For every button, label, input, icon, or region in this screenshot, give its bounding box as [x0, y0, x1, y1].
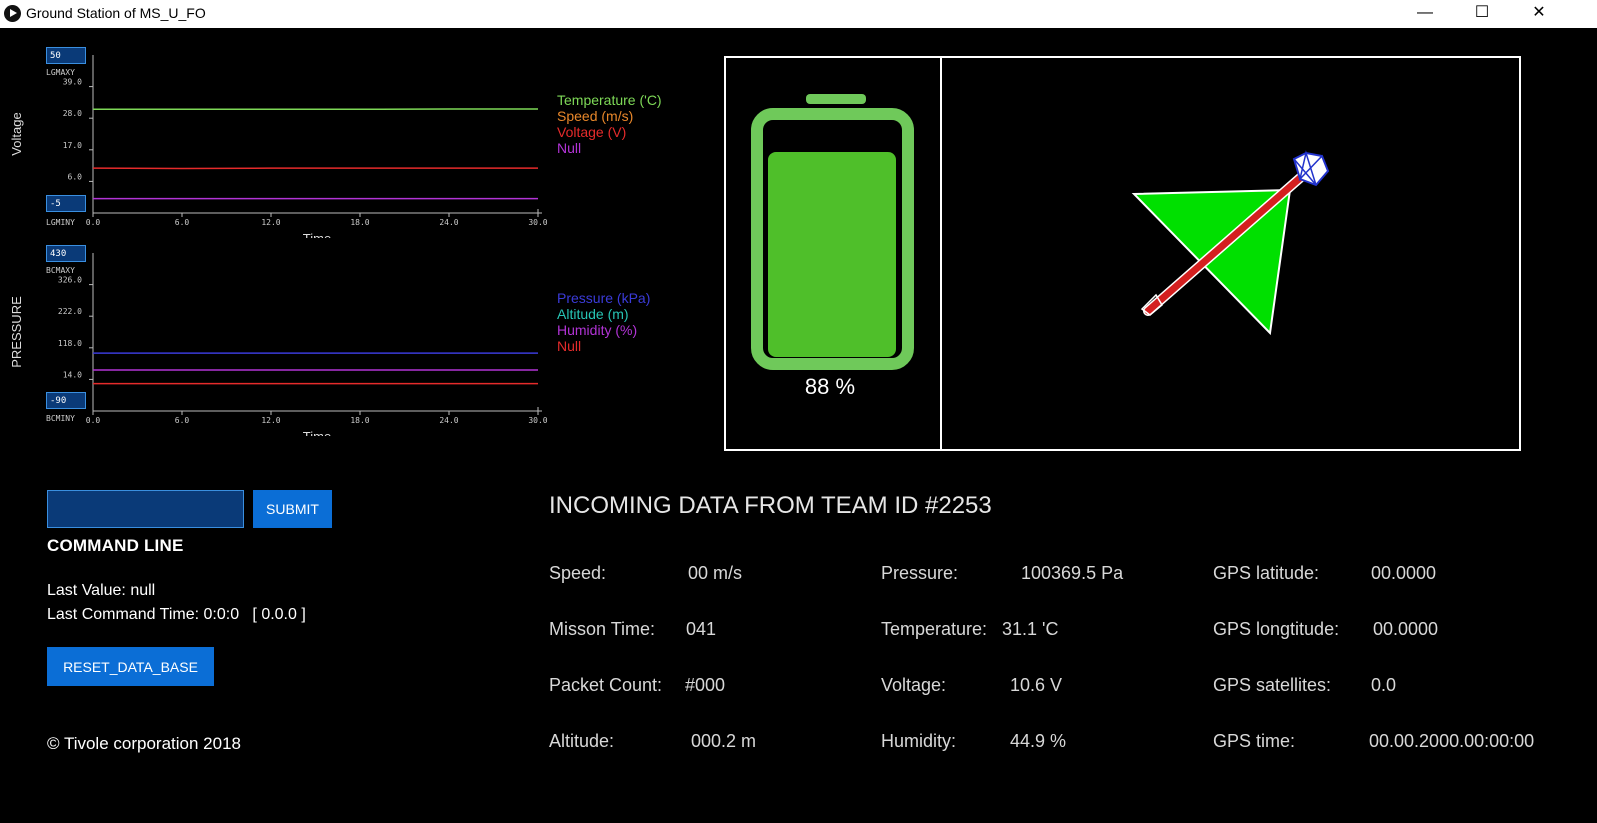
battery-percent: 88 %: [804, 374, 856, 399]
pressure-chart: 326.0 222.0 118.0 14.0 0.0 6.0 12.0 18.0 24.0 30.…: [0, 226, 700, 436]
field-value: 00.0000: [1371, 563, 1437, 583]
field-label: Humidity:: [881, 731, 957, 751]
field-value: 00 m/s: [688, 563, 743, 583]
legend-entry: Null: [557, 338, 581, 354]
field-label: Misson Time:: [549, 619, 656, 639]
y-tick-label: 222.0: [58, 307, 82, 316]
field-value: 00.0000: [1373, 619, 1439, 639]
legend-entry: Altitude (m): [557, 306, 629, 322]
field-label: Packet Count:: [549, 675, 663, 695]
x-axis-label: Time: [303, 429, 331, 436]
y-min-input[interactable]: -90: [46, 392, 86, 409]
legend-entry: Speed (m/s): [557, 108, 633, 124]
y-axis-label: Voltage: [9, 112, 24, 155]
incoming-data-heading: INCOMING DATA FROM TEAM ID #2253: [549, 492, 992, 519]
field-value: 100369.5 Pa: [1021, 563, 1124, 583]
voltage-chart-svg: 39.028.017.06.00.06.012.018.024.030.0Tim…: [9, 55, 662, 238]
y-max-label: LGMAXY: [46, 68, 75, 77]
minimize-icon[interactable]: —: [1402, 0, 1448, 28]
y-tick-label: 14.0: [63, 370, 82, 379]
y-max-input[interactable]: 50: [46, 47, 86, 64]
x-tick-label: 30.0: [528, 416, 547, 425]
x-tick-label: 18.0: [350, 416, 369, 425]
field-label: Voltage:: [881, 675, 947, 695]
field-label: Altitude:: [549, 731, 615, 751]
field-value: 31.1 'C: [1002, 619, 1059, 639]
pressure-chart-svg: 326.0 222.0 118.0 14.0 0.0 6.0 12.0 18.0 24.0 30.…: [9, 253, 650, 436]
last-value-text: Last Value: null: [47, 582, 156, 599]
command-line-heading: COMMAND LINE: [47, 536, 184, 555]
legend-entry: Voltage (V): [557, 124, 626, 140]
panel-divider: [940, 57, 942, 450]
y-tick-label: 17.0: [63, 141, 82, 150]
y-tick-label: 118.0: [58, 339, 82, 348]
y-axis-label: PRESSURE: [9, 296, 24, 368]
field-value: 041: [686, 619, 717, 639]
close-icon[interactable]: ✕: [1516, 0, 1562, 28]
battery-icon: [751, 94, 914, 370]
legend-entry: Null: [557, 140, 581, 156]
y-min-label: BCMINY: [46, 414, 75, 423]
y-tick-label: 39.0: [63, 78, 82, 87]
window-title: Ground Station of MS_U_FO: [26, 5, 206, 21]
title-bar: Ground Station of MS_U_FO — ☐ ✕: [0, 0, 1597, 28]
y-tick-label: 28.0: [63, 109, 82, 118]
maximize-icon[interactable]: ☐: [1459, 0, 1505, 28]
y-max-label: BCMAXY: [46, 266, 75, 275]
legend-entry: Humidity (%): [557, 322, 637, 338]
field-label: Temperature:: [881, 619, 988, 639]
app-play-icon: [4, 5, 21, 22]
field-label: GPS latitude:: [1213, 563, 1320, 583]
field-value: 10.6 V: [1010, 675, 1063, 695]
orientation-model: [1131, 150, 1330, 336]
x-tick-label: 24.0: [439, 416, 458, 425]
x-tick-label: 6.0: [175, 416, 190, 425]
field-label: Pressure:: [881, 563, 959, 583]
voltage-chart: 39.028.017.06.00.06.012.018.024.030.0Tim…: [0, 28, 700, 238]
command-input[interactable]: [47, 490, 244, 528]
y-max-input[interactable]: 430: [46, 245, 86, 262]
battery-terminal: [806, 94, 866, 104]
battery-fill: [768, 151, 896, 357]
x-tick-label: 12.0: [261, 416, 280, 425]
y-tick-label: 326.0: [58, 276, 82, 285]
field-value: 00.00.2000.00:00:00: [1369, 731, 1535, 751]
field-value: 000.2 m: [691, 731, 757, 751]
field-label: GPS satellites:: [1213, 675, 1332, 695]
copyright-text: © Tivole corporation 2018: [47, 734, 241, 753]
submit-button[interactable]: SUBMIT: [253, 490, 332, 528]
field-value: 44.9 %: [1010, 731, 1067, 751]
reset-database-button[interactable]: RESET_DATA_BASE: [47, 647, 214, 686]
field-label: GPS longtitude:: [1213, 619, 1340, 639]
legend-entry: Temperature ('C): [557, 92, 662, 108]
field-value: #000: [685, 675, 726, 695]
field-label: Speed:: [549, 563, 607, 583]
field-value: 0.0: [1371, 675, 1397, 695]
legend-entry: Pressure (kPa): [557, 290, 650, 306]
x-tick-label: 0.0: [86, 416, 101, 425]
last-command-time-text: Last Command Time: 0:0:0 [ 0.0.0 ]: [47, 606, 306, 623]
y-tick-label: 6.0: [68, 172, 83, 181]
y-min-input[interactable]: -5: [46, 195, 86, 212]
field-label: GPS time:: [1213, 731, 1296, 751]
